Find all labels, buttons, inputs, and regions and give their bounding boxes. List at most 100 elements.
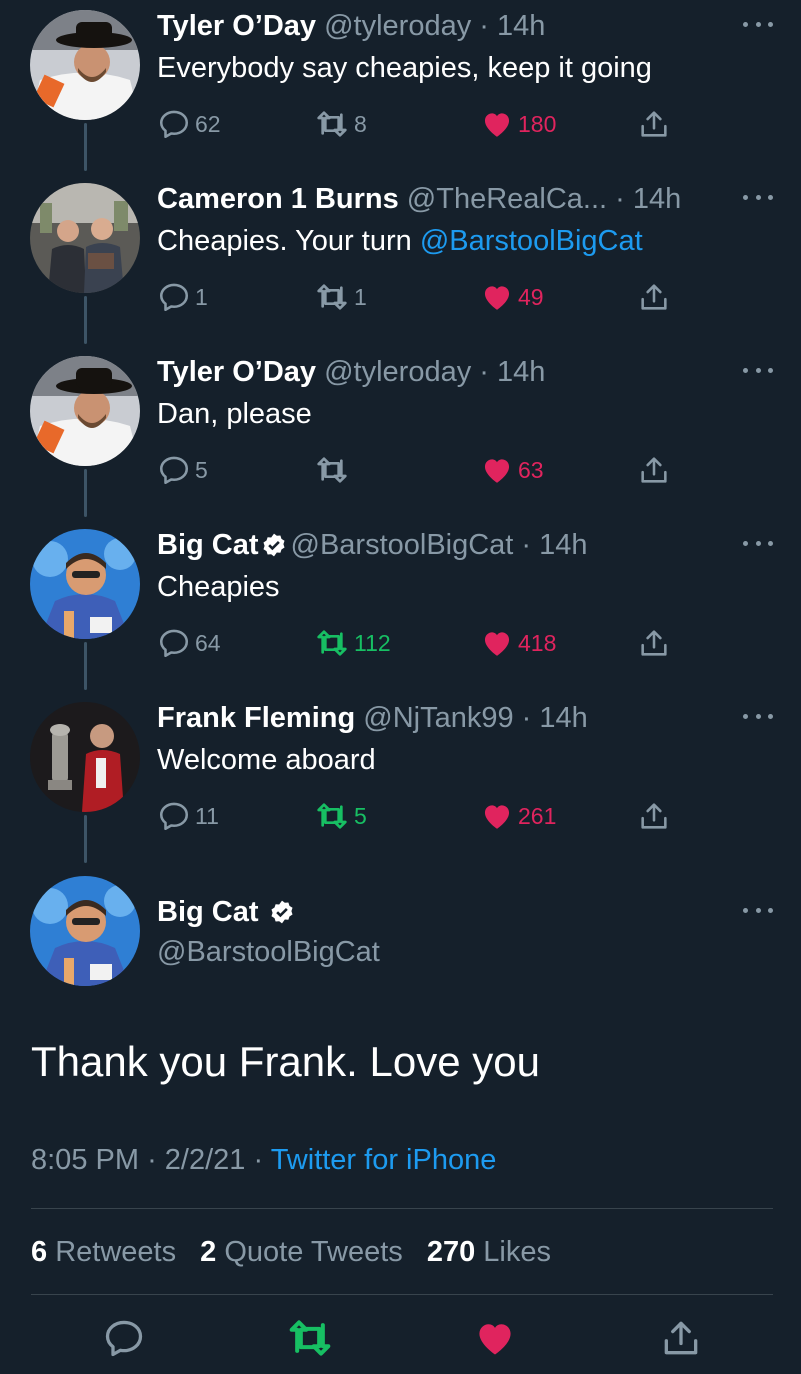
thread-tweet[interactable]: Tyler O’Day @tyleroday · 14h Everybody sa… <box>0 0 801 173</box>
retweet-icon <box>314 108 350 140</box>
reply-count: 64 <box>195 629 221 656</box>
retweet-icon <box>314 800 350 832</box>
reply-icon[interactable] <box>102 1316 146 1360</box>
thread-tweet[interactable]: Cameron 1 Burns @TheRealCa... · 14h Cheap… <box>0 173 801 346</box>
like-count: 63 <box>518 456 544 483</box>
avatar[interactable] <box>30 702 140 812</box>
retweet-button[interactable]: 112 <box>314 623 391 663</box>
tweet-time[interactable]: 14h <box>497 10 545 42</box>
reply-icon <box>157 626 191 660</box>
tweet-time[interactable]: 14h <box>539 702 587 734</box>
thread-tweet[interactable]: Tyler O’Day @tyleroday · 14h Dan, please 5… <box>0 346 801 519</box>
like-button[interactable]: 261 <box>480 796 556 836</box>
tweet-header: Cameron 1 Burns @TheRealCa... · 14h <box>157 179 721 219</box>
avatar[interactable] <box>30 529 140 639</box>
like-button[interactable]: 63 <box>480 450 544 490</box>
avatar[interactable] <box>30 183 140 293</box>
main-tweet-avatar[interactable] <box>30 876 140 986</box>
reply-count: 62 <box>195 110 221 137</box>
engagement-stats: 6 Retweets 2 Quote Tweets 270 Likes <box>31 1232 551 1272</box>
author-handle[interactable]: @NjTank99 <box>363 702 513 734</box>
share-icon <box>637 107 671 141</box>
tweet-time[interactable]: 14h <box>539 529 587 561</box>
retweet-icon <box>314 281 350 313</box>
likes-stat[interactable]: 270 Likes <box>427 1236 551 1268</box>
retweet-button[interactable] <box>314 450 354 490</box>
share-icon[interactable] <box>659 1316 703 1360</box>
reply-button[interactable]: 5 <box>157 450 208 490</box>
like-button[interactable]: 180 <box>480 104 556 144</box>
reply-button[interactable]: 1 <box>157 277 208 317</box>
tweet-meta: 8:05 PM · 2/2/21 · Twitter for iPhone <box>31 1140 496 1180</box>
share-button[interactable] <box>637 796 671 836</box>
tweet-text-body: Cheapies. Your turn <box>157 225 420 257</box>
like-count: 180 <box>518 110 557 137</box>
heart-icon <box>480 107 514 141</box>
tweet-text: Welcome aboard <box>157 740 376 780</box>
author-name[interactable]: Cameron 1 Burns <box>157 183 399 215</box>
like-button[interactable]: 49 <box>480 277 544 317</box>
retweet-button[interactable]: 1 <box>314 277 367 317</box>
divider <box>31 1208 773 1209</box>
header-separator: · <box>471 10 498 42</box>
tweet-date: 2/2/21 <box>164 1144 246 1176</box>
author-name[interactable]: Big Cat <box>157 529 259 561</box>
reply-button[interactable]: 11 <box>157 796 219 836</box>
share-button[interactable] <box>637 450 671 490</box>
retweet-icon[interactable] <box>286 1316 334 1360</box>
tweet-header: Big Cat @BarstoolBigCat · 14h <box>157 525 721 565</box>
meta-separator: · <box>253 1144 271 1176</box>
author-handle[interactable]: @TheRealCa... <box>407 183 607 215</box>
thread-connector <box>84 123 87 171</box>
more-icon[interactable] <box>743 704 773 728</box>
reply-button[interactable]: 62 <box>157 104 221 144</box>
share-button[interactable] <box>637 623 671 663</box>
author-name[interactable]: Tyler O’Day <box>157 10 316 42</box>
meta-separator: · <box>147 1144 165 1176</box>
share-icon <box>637 799 671 833</box>
header-separator: · <box>513 702 540 734</box>
tweet-time: 8:05 PM <box>31 1144 139 1176</box>
share-button[interactable] <box>637 277 671 317</box>
reply-thread: Tyler O’Day @tyleroday · 14h Everybody sa… <box>0 0 801 865</box>
main-tweet-handle[interactable]: @BarstoolBigCat <box>157 932 380 972</box>
retweet-button[interactable]: 5 <box>314 796 367 836</box>
more-icon[interactable] <box>743 185 773 209</box>
more-icon[interactable] <box>743 358 773 382</box>
tweet-time[interactable]: 14h <box>497 356 545 388</box>
heart-icon[interactable] <box>473 1316 517 1360</box>
verified-badge-icon <box>261 532 287 558</box>
author-handle[interactable]: @tyleroday <box>324 10 471 42</box>
tweet-time[interactable]: 14h <box>633 183 681 215</box>
mention-link[interactable]: @BarstoolBigCat <box>420 225 643 257</box>
like-count: 49 <box>518 283 544 310</box>
avatar[interactable] <box>30 356 140 466</box>
retweet-button[interactable]: 8 <box>314 104 367 144</box>
author-handle[interactable]: @tyleroday <box>324 356 471 388</box>
retweets-stat[interactable]: 6 Retweets <box>31 1236 176 1268</box>
avatar[interactable] <box>30 10 140 120</box>
more-icon[interactable] <box>743 531 773 555</box>
thread-tweet[interactable]: Big Cat @BarstoolBigCat · 14h Cheapies 64 11… <box>0 519 801 692</box>
tweet-source-link[interactable]: Twitter for iPhone <box>271 1144 497 1176</box>
main-tweet-actions <box>0 1316 801 1364</box>
thread-connector <box>84 469 87 517</box>
author-name[interactable]: Tyler O’Day <box>157 356 316 388</box>
author-handle[interactable]: @BarstoolBigCat <box>291 529 514 561</box>
author-name[interactable]: Frank Fleming <box>157 702 355 734</box>
heart-icon <box>480 280 514 314</box>
reply-button[interactable]: 64 <box>157 623 221 663</box>
tweet-actions: 62 8 180 <box>157 104 677 144</box>
tweet-text-body: Welcome aboard <box>157 744 376 776</box>
more-icon[interactable] <box>743 898 773 922</box>
reply-count: 5 <box>195 456 208 483</box>
main-tweet-name-row[interactable]: Big Cat <box>157 892 299 932</box>
like-button[interactable]: 418 <box>480 623 556 663</box>
share-button[interactable] <box>637 104 671 144</box>
reply-icon <box>157 107 191 141</box>
quote-tweets-stat[interactable]: 2 Quote Tweets <box>200 1236 403 1268</box>
tweet-actions: 64 112 418 <box>157 623 677 663</box>
thread-tweet[interactable]: Frank Fleming @NjTank99 · 14h Welcome abo… <box>0 692 801 865</box>
more-icon[interactable] <box>743 12 773 36</box>
tweet-actions: 1 1 49 <box>157 277 677 317</box>
